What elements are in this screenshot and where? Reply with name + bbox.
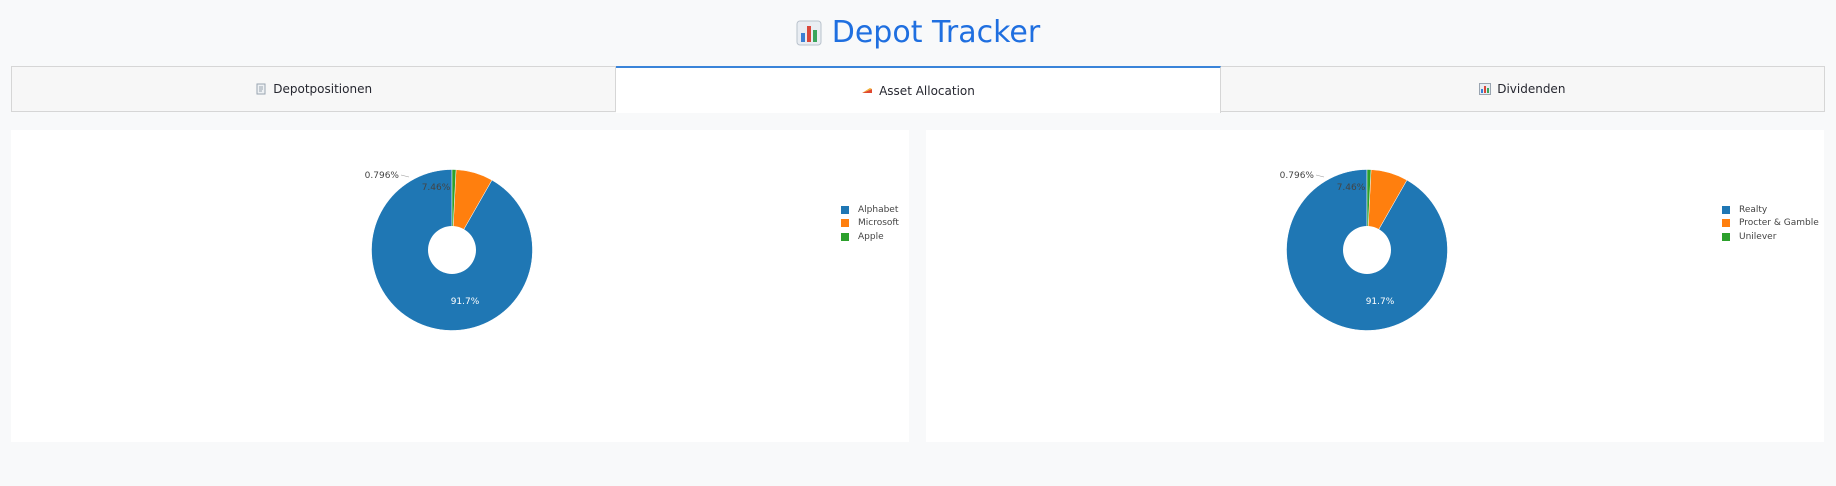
legend-label: Procter & Gamble: [1739, 218, 1819, 229]
slice-data-label: 7.46%: [422, 183, 451, 193]
slice-data-label: 91.7%: [451, 297, 480, 307]
legend-item[interactable]: Microsoft: [841, 217, 899, 231]
legend-item[interactable]: Unilever: [1722, 230, 1819, 244]
legend-item[interactable]: Realty: [1722, 203, 1819, 217]
page-title: Depot Tracker: [831, 15, 1041, 50]
slice-data-label: 0.796%: [1280, 171, 1315, 181]
tab-dividenden[interactable]: Dividenden: [1220, 66, 1825, 112]
legend-swatch: [1722, 232, 1730, 241]
donut-hole: [1343, 226, 1391, 274]
bar-chart-icon: [796, 20, 822, 46]
legend-item[interactable]: Apple: [841, 230, 899, 244]
slice-data-label: 91.7%: [1366, 297, 1395, 307]
slice-data-label: 0.796%: [365, 171, 400, 181]
donut-chart: 91.7% 7.46% 0.796%: [1280, 169, 1448, 331]
legend-item[interactable]: Alphabet: [841, 203, 899, 217]
legend-label: Unilever: [1739, 231, 1777, 242]
legend-label: Apple: [858, 231, 884, 242]
bar-chart-icon: [1479, 83, 1492, 95]
pie-chart-icon: [861, 85, 873, 97]
document-icon: [255, 83, 267, 95]
chart-legend: Alphabet Microsoft Apple: [841, 203, 899, 244]
legend-swatch: [841, 219, 849, 228]
legend-item[interactable]: Procter & Gamble: [1722, 217, 1819, 231]
legend-swatch: [841, 232, 849, 241]
chart-panel: 91.7% 7.46% 0.796% Realty Procter & Gamble…: [926, 130, 1824, 442]
legend-label: Realty: [1739, 204, 1768, 215]
chart-panel: 91.7% 7.46% 0.796% Alphabet Microsoft Appl…: [11, 130, 909, 442]
tab-label: Asset Allocation: [879, 83, 975, 98]
tab-asset-allocation[interactable]: Asset Allocation: [616, 66, 1221, 113]
tab-bar: Depotpositionen Asset Allocation Dividen…: [11, 66, 1825, 113]
page-header: Depot Tracker: [0, 14, 1836, 52]
chart-legend: Realty Procter & Gamble Unilever: [1722, 203, 1819, 244]
label-leader-line: [1315, 174, 1325, 178]
donut-chart: 91.7% 7.46% 0.796%: [365, 169, 533, 331]
legend-swatch: [1722, 219, 1730, 228]
tab-label: Dividenden: [1497, 82, 1566, 96]
tab-depotpositionen[interactable]: Depotpositionen: [11, 66, 617, 112]
legend-label: Microsoft: [858, 218, 899, 229]
tab-label: Depotpositionen: [273, 82, 373, 96]
legend-label: Alphabet: [858, 204, 899, 215]
legend-swatch: [841, 205, 849, 214]
legend-swatch: [1722, 205, 1730, 214]
label-leader-line: [400, 174, 410, 178]
donut-hole: [428, 226, 476, 274]
slice-data-label: 7.46%: [1337, 183, 1366, 193]
